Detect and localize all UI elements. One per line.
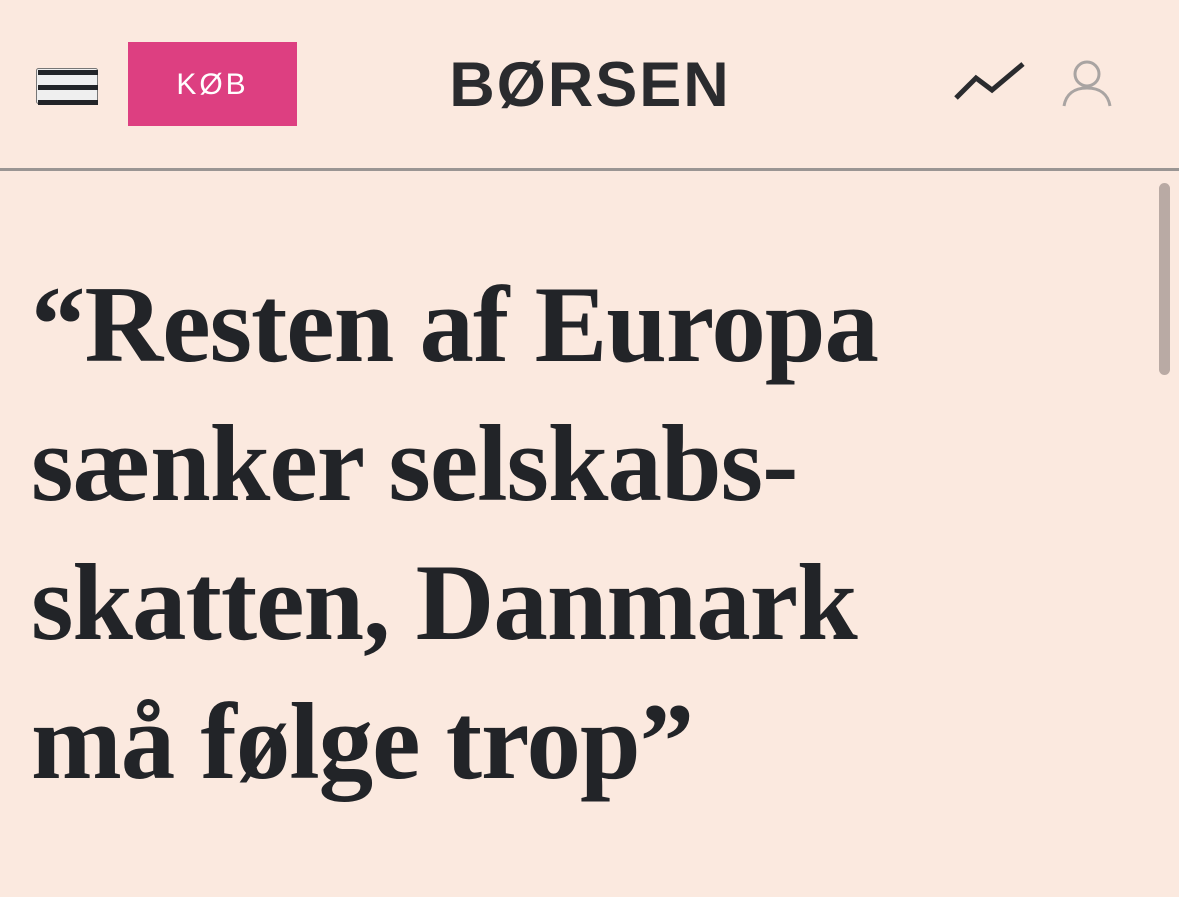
menu-line-top [38, 70, 98, 75]
buy-subscription-button[interactable]: KØB [128, 42, 297, 126]
menu-line-middle [38, 85, 98, 90]
headline-line-3: skatten, Danmark [31, 542, 858, 663]
trend-line-icon[interactable] [952, 56, 1028, 108]
headline-line-4: må følge trop” [31, 681, 694, 802]
borsen-logo[interactable]: BØRSEN [420, 45, 760, 125]
hamburger-menu-button[interactable] [36, 68, 98, 105]
page-scrollbar[interactable] [1159, 183, 1170, 375]
header-divider [0, 168, 1179, 171]
headline-line-1: “Resten af Europa [31, 264, 879, 385]
article-headline: “Resten af Europa sænker selskabs- skatt… [31, 255, 1131, 811]
headline-line-2: sænker selskabs- [31, 403, 798, 524]
user-profile-icon[interactable] [1060, 58, 1114, 110]
top-navigation-bar: KØB BØRSEN [0, 0, 1179, 168]
menu-line-bottom [38, 100, 98, 105]
